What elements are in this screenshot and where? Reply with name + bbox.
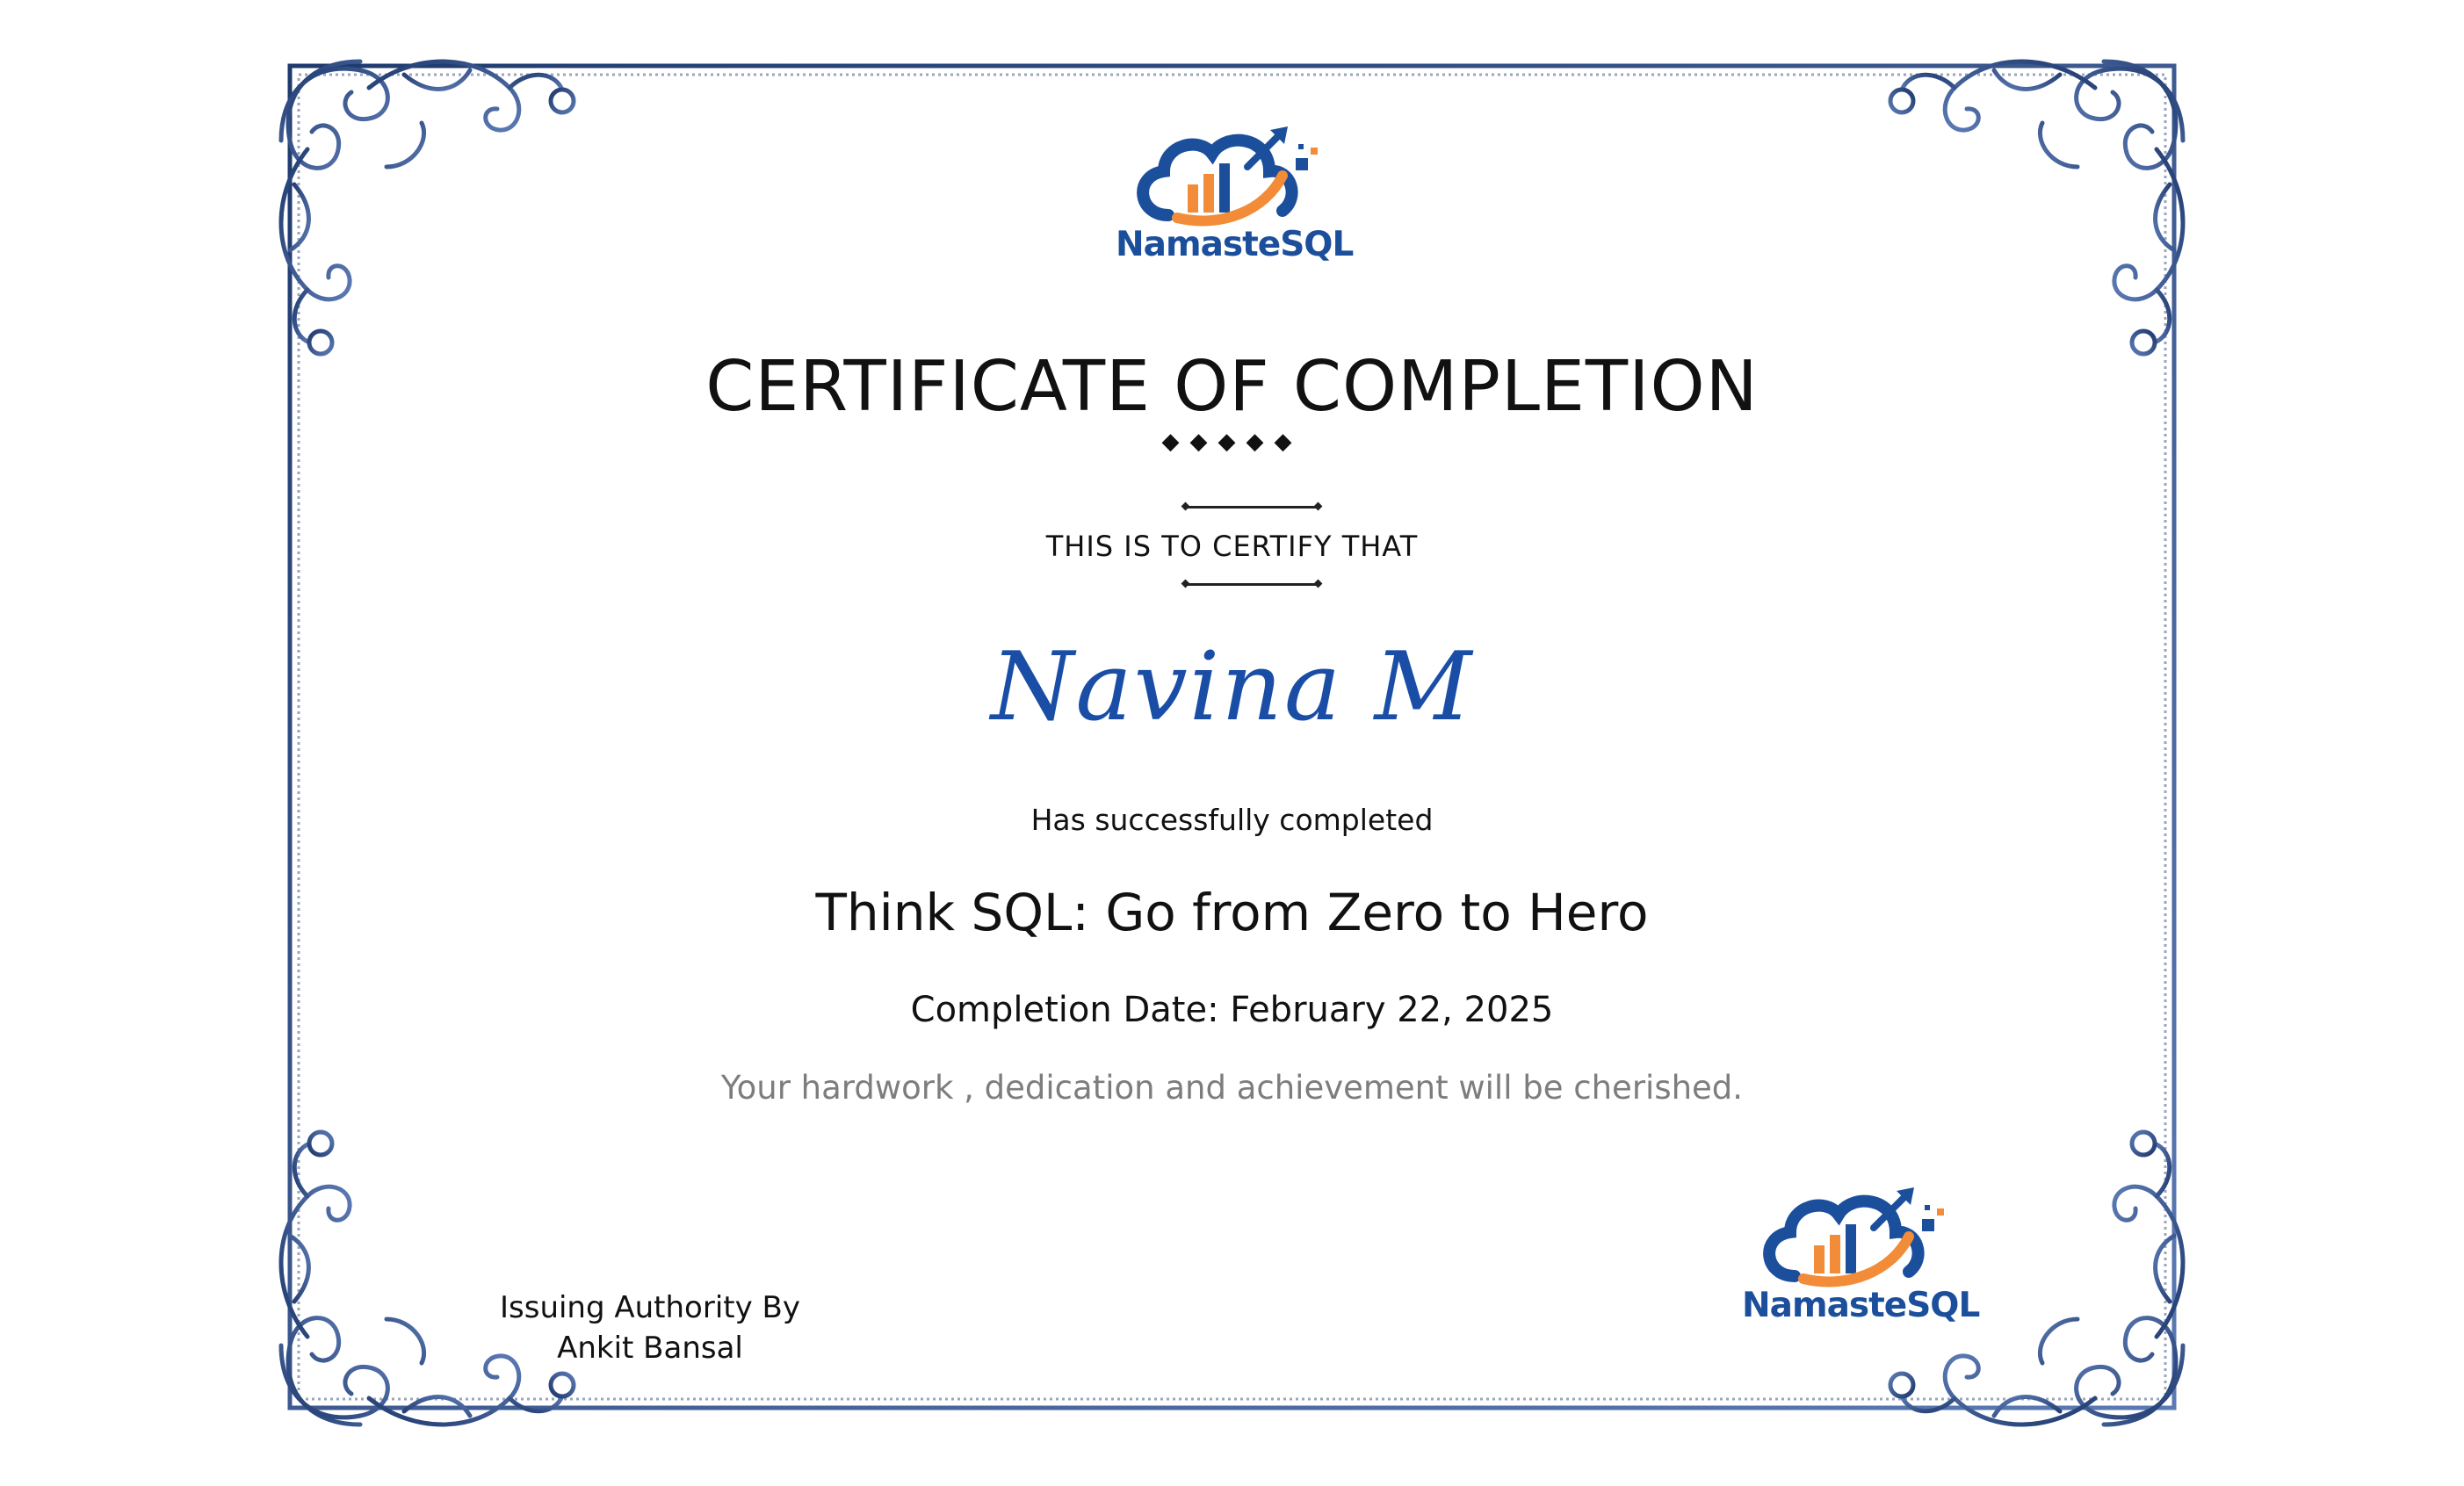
divider-top [1186, 506, 1318, 509]
recipient-name: Navina M [990, 632, 1474, 742]
issuer-label: Issuing Authority By [499, 1290, 800, 1325]
completion-date: Completion Date: February 22, 2025 [910, 990, 1554, 1030]
namastesql-logo-bottom: NamasteSQL [1742, 1175, 1980, 1333]
namastesql-logo-top: NamasteSQL [1116, 114, 1354, 272]
diamond-ornament-icon: ◆◆◆◆◆ [1161, 429, 1303, 455]
namastesql-logo-icon [1137, 126, 1318, 227]
brand-name: NamasteSQL [1116, 225, 1354, 264]
issuing-authority: Issuing Authority By Ankit Bansal [492, 1288, 808, 1368]
course-name: Think SQL: Go from Zero to Hero [815, 883, 1649, 942]
divider-bottom [1186, 583, 1318, 586]
completed-line: Has successfully completed [1030, 803, 1434, 837]
issuer-name: Ankit Bansal [557, 1331, 743, 1366]
certify-line: THIS IS TO CERTIFY THAT [1045, 530, 1419, 563]
closing-message: Your hardwork , dedication and achieveme… [720, 1069, 1744, 1107]
certificate-title: CERTIFICATE OF COMPLETION [705, 346, 1759, 427]
brand-name: NamasteSQL [1742, 1286, 1980, 1325]
namastesql-logo-icon [1763, 1187, 1944, 1288]
